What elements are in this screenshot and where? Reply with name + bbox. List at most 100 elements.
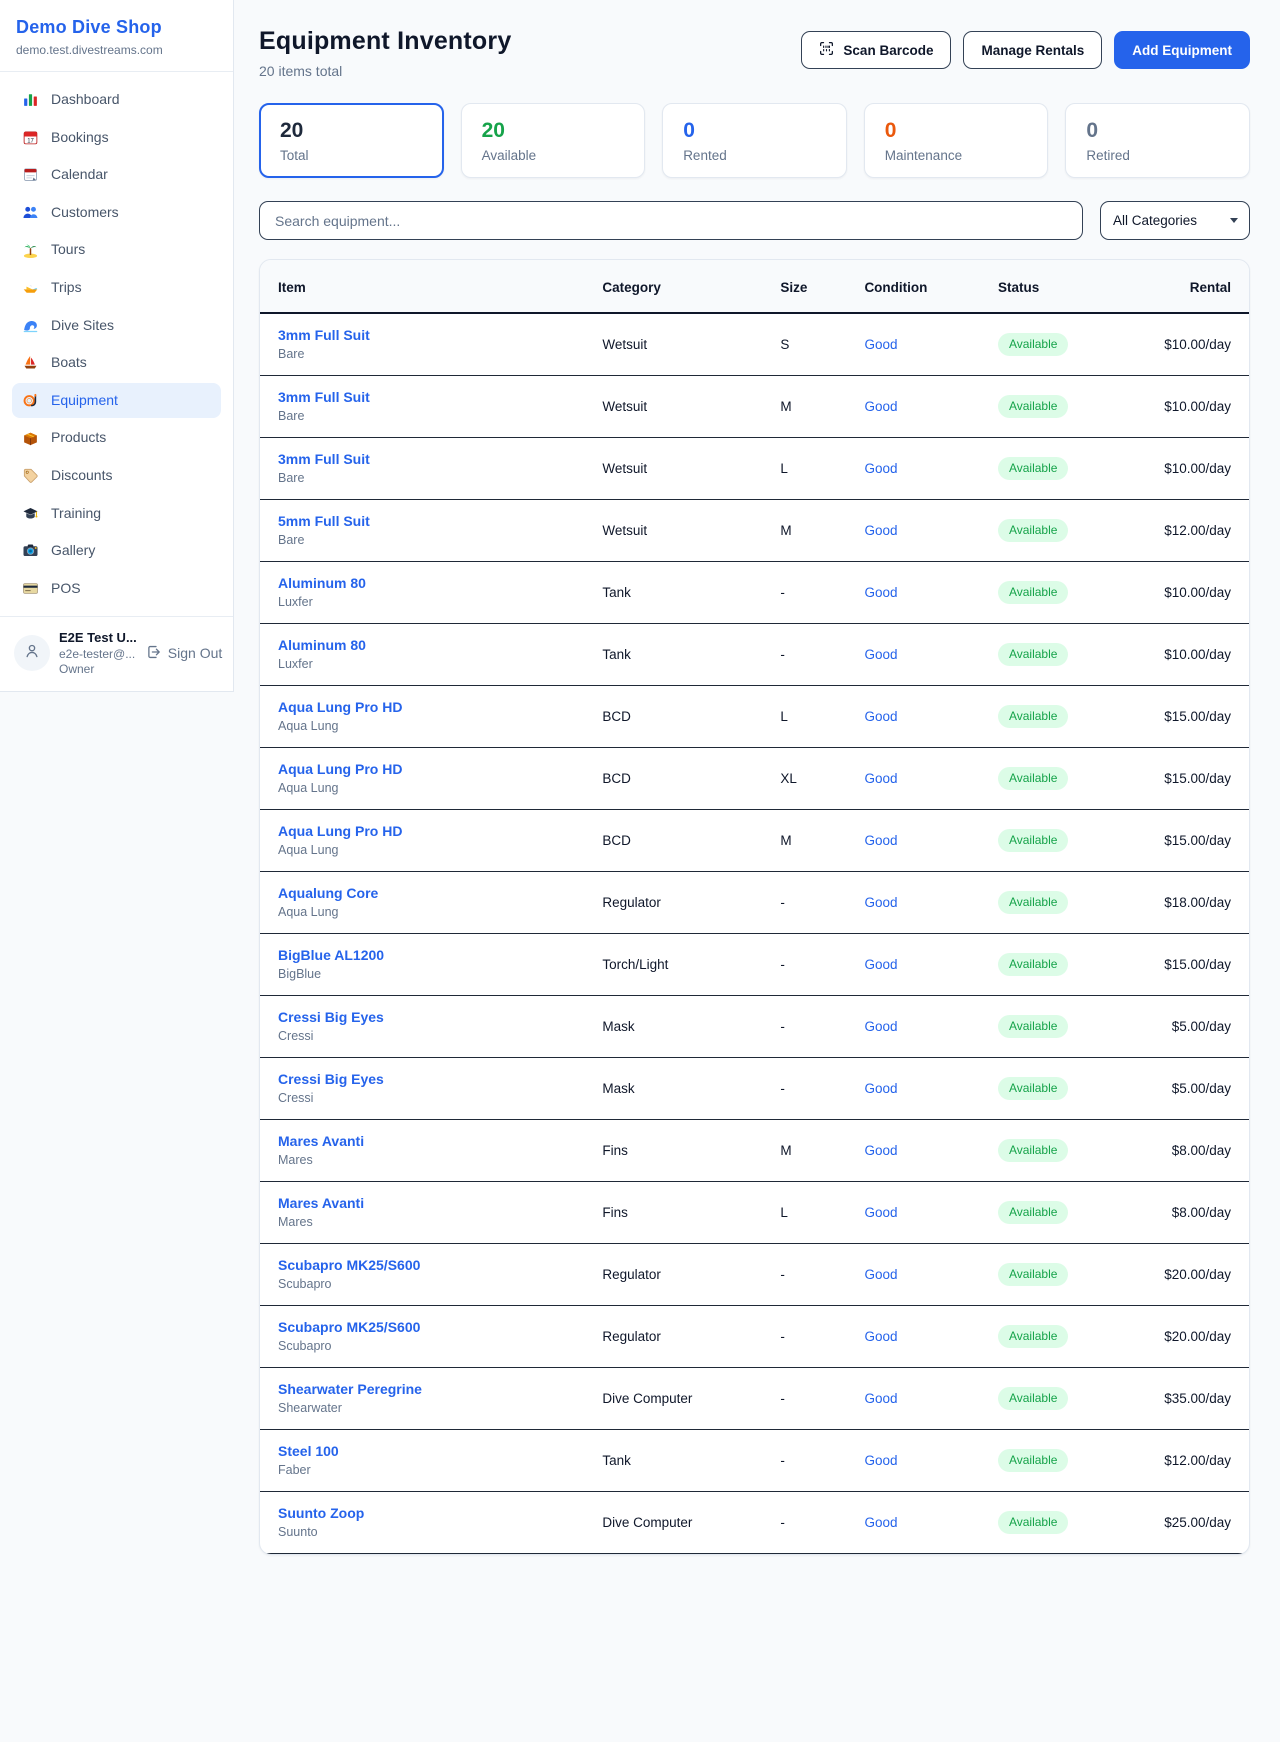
sidebar-item-products[interactable]: Products [12, 420, 221, 456]
item-name-link[interactable]: 3mm Full Suit [278, 327, 570, 343]
table-row[interactable]: Aqua Lung Pro HD Aqua Lung BCD XL Good A… [260, 747, 1249, 809]
item-name-link[interactable]: 5mm Full Suit [278, 513, 570, 529]
stat-card-available[interactable]: 20 Available [461, 103, 646, 178]
item-category: Wetsuit [586, 375, 764, 437]
stat-value: 20 [280, 119, 423, 143]
table-row[interactable]: Steel 100 Faber Tank - Good Available $1… [260, 1429, 1249, 1491]
sidebar-item-equipment[interactable]: Equipment [12, 383, 221, 419]
table-row[interactable]: 5mm Full Suit Bare Wetsuit M Good Availa… [260, 499, 1249, 561]
table-row[interactable]: Aqua Lung Pro HD Aqua Lung BCD M Good Av… [260, 809, 1249, 871]
sidebar-item-trips[interactable]: Trips [12, 270, 221, 306]
condition-link[interactable]: Good [864, 523, 897, 538]
table-row[interactable]: Scubapro MK25/S600 Scubapro Regulator - … [260, 1305, 1249, 1367]
item-name-link[interactable]: 3mm Full Suit [278, 389, 570, 405]
sidebar-item-dashboard[interactable]: Dashboard [12, 82, 221, 118]
item-name-link[interactable]: Aqua Lung Pro HD [278, 699, 570, 715]
user-section: E2E Test U... e2e-tester@... Owner Sign … [0, 616, 233, 691]
sidebar-item-calendar[interactable]: Calendar [12, 157, 221, 193]
table-row[interactable]: Mares Avanti Mares Fins M Good Available… [260, 1119, 1249, 1181]
condition-link[interactable]: Good [864, 1391, 897, 1406]
table-row[interactable]: Cressi Big Eyes Cressi Mask - Good Avail… [260, 1057, 1249, 1119]
condition-link[interactable]: Good [864, 461, 897, 476]
item-name-link[interactable]: Cressi Big Eyes [278, 1009, 570, 1025]
search-input[interactable] [259, 201, 1083, 240]
table-row[interactable]: Aluminum 80 Luxfer Tank - Good Available… [260, 561, 1249, 623]
condition-link[interactable]: Good [864, 399, 897, 414]
item-name-link[interactable]: Mares Avanti [278, 1133, 570, 1149]
item-name-link[interactable]: Cressi Big Eyes [278, 1071, 570, 1087]
condition-link[interactable]: Good [864, 957, 897, 972]
item-size: M [764, 1119, 848, 1181]
item-name-link[interactable]: Suunto Zoop [278, 1505, 570, 1521]
sidebar-item-gallery[interactable]: Gallery [12, 533, 221, 569]
sidebar: Demo Dive Shop demo.test.divestreams.com… [0, 0, 234, 692]
table-row[interactable]: BigBlue AL1200 BigBlue Torch/Light - Goo… [260, 933, 1249, 995]
table-row[interactable]: Suunto Zoop Suunto Dive Computer - Good … [260, 1491, 1249, 1553]
condition-link[interactable]: Good [864, 585, 897, 600]
sidebar-item-training[interactable]: Training [12, 496, 221, 532]
sidebar-item-discounts[interactable]: Discounts [12, 458, 221, 494]
item-name-link[interactable]: Aqualung Core [278, 885, 570, 901]
item-size: M [764, 809, 848, 871]
stat-card-retired[interactable]: 0 Retired [1065, 103, 1250, 178]
table-header: ItemCategorySizeConditionStatusRental [260, 260, 1249, 313]
table-row[interactable]: Aqua Lung Pro HD Aqua Lung BCD L Good Av… [260, 685, 1249, 747]
table-row[interactable]: 3mm Full Suit Bare Wetsuit L Good Availa… [260, 437, 1249, 499]
condition-link[interactable]: Good [864, 895, 897, 910]
sidebar-item-pos[interactable]: POS [12, 571, 221, 607]
item-name-link[interactable]: Aluminum 80 [278, 575, 570, 591]
item-name-link[interactable]: BigBlue AL1200 [278, 947, 570, 963]
sign-out-button[interactable]: Sign Out [146, 644, 224, 663]
condition-link[interactable]: Good [864, 709, 897, 724]
table-row[interactable]: Shearwater Peregrine Shearwater Dive Com… [260, 1367, 1249, 1429]
item-name-link[interactable]: Steel 100 [278, 1443, 570, 1459]
item-name-link[interactable]: Aqua Lung Pro HD [278, 823, 570, 839]
condition-link[interactable]: Good [864, 1453, 897, 1468]
item-name-link[interactable]: Scubapro MK25/S600 [278, 1257, 570, 1273]
sidebar-item-label: POS [51, 579, 81, 599]
table-row[interactable]: 3mm Full Suit Bare Wetsuit S Good Availa… [260, 313, 1249, 375]
condition-link[interactable]: Good [864, 337, 897, 352]
scan-barcode-button[interactable]: Scan Barcode [801, 31, 951, 69]
table-row[interactable]: Mares Avanti Mares Fins L Good Available… [260, 1181, 1249, 1243]
table-row[interactable]: Cressi Big Eyes Cressi Mask - Good Avail… [260, 995, 1249, 1057]
page-title: Equipment Inventory [259, 27, 511, 56]
condition-link[interactable]: Good [864, 1205, 897, 1220]
condition-link[interactable]: Good [864, 647, 897, 662]
table-row[interactable]: Aqualung Core Aqua Lung Regulator - Good… [260, 871, 1249, 933]
item-name-link[interactable]: Shearwater Peregrine [278, 1381, 570, 1397]
item-name-link[interactable]: 3mm Full Suit [278, 451, 570, 467]
stat-card-total[interactable]: 20 Total [259, 103, 444, 178]
manage-rentals-label: Manage Rentals [981, 43, 1084, 58]
stat-card-maintenance[interactable]: 0 Maintenance [864, 103, 1049, 178]
category-select[interactable]: All Categories [1100, 201, 1250, 240]
sidebar-item-bookings[interactable]: 17 Bookings [12, 120, 221, 156]
sidebar-item-dive-sites[interactable]: Dive Sites [12, 308, 221, 344]
item-name-link[interactable]: Aqua Lung Pro HD [278, 761, 570, 777]
stat-card-rented[interactable]: 0 Rented [662, 103, 847, 178]
table-row[interactable]: 3mm Full Suit Bare Wetsuit M Good Availa… [260, 375, 1249, 437]
sidebar-item-tours[interactable]: Tours [12, 232, 221, 268]
condition-link[interactable]: Good [864, 1329, 897, 1344]
condition-link[interactable]: Good [864, 1143, 897, 1158]
sidebar-item-label: Bookings [51, 128, 109, 148]
item-rental: $15.00/day [1130, 747, 1249, 809]
table-row[interactable]: Aluminum 80 Luxfer Tank - Good Available… [260, 623, 1249, 685]
condition-link[interactable]: Good [864, 1267, 897, 1282]
item-category: Fins [586, 1119, 764, 1181]
item-name-link[interactable]: Aluminum 80 [278, 637, 570, 653]
sidebar-item-customers[interactable]: Customers [12, 195, 221, 231]
condition-link[interactable]: Good [864, 771, 897, 786]
item-category: Wetsuit [586, 499, 764, 561]
condition-link[interactable]: Good [864, 1515, 897, 1530]
table-row[interactable]: Scubapro MK25/S600 Scubapro Regulator - … [260, 1243, 1249, 1305]
item-name-link[interactable]: Scubapro MK25/S600 [278, 1319, 570, 1335]
manage-rentals-button[interactable]: Manage Rentals [963, 31, 1102, 69]
column-header-condition: Condition [848, 260, 982, 313]
condition-link[interactable]: Good [864, 833, 897, 848]
condition-link[interactable]: Good [864, 1081, 897, 1096]
item-name-link[interactable]: Mares Avanti [278, 1195, 570, 1211]
condition-link[interactable]: Good [864, 1019, 897, 1034]
add-equipment-button[interactable]: Add Equipment [1114, 31, 1250, 69]
sidebar-item-boats[interactable]: Boats [12, 345, 221, 381]
